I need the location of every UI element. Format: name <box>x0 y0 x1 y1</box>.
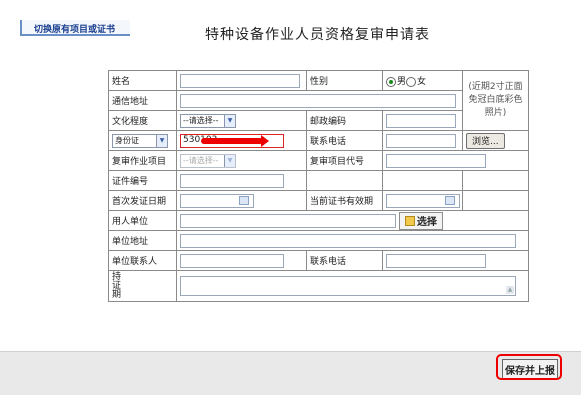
address-label: 通信地址 <box>108 90 177 111</box>
cert-valid-date-input[interactable] <box>386 193 460 208</box>
bottom-action-bar <box>0 351 581 395</box>
choose-employer-button[interactable]: 选择 <box>398 211 443 230</box>
chevron-down-icon: ▼ <box>156 134 167 147</box>
gender-female-radio[interactable] <box>406 76 417 87</box>
review-code-label: 复审项目代号 <box>306 150 383 171</box>
name-label: 姓名 <box>108 70 177 91</box>
unit-contact-label: 单位联系人 <box>108 250 177 271</box>
cert-no-input[interactable] <box>180 173 284 188</box>
first-issue-date-input[interactable] <box>180 193 254 208</box>
gender-female-label: 女 <box>417 77 427 87</box>
choose-icon <box>404 215 415 226</box>
review-item-select[interactable]: --请选择-- ▼ <box>180 153 236 168</box>
employer-input[interactable] <box>180 213 396 228</box>
first-issue-label: 首次发证日期 <box>108 190 177 211</box>
id-type-select[interactable]: 身份证 ▼ <box>112 133 168 148</box>
gender-label: 性别 <box>306 70 383 91</box>
application-form: 姓名 性别 男女 (近期2寸正面免冠白底彩色照片) 通信地址 文化程度 --请选… <box>108 70 529 302</box>
browse-button[interactable]: 浏览... <box>466 132 505 149</box>
calendar-icon[interactable] <box>239 196 249 205</box>
holding-textarea[interactable]: ▲ <box>180 276 516 296</box>
unit-phone-label: 联系电话 <box>306 250 383 271</box>
unit-address-input[interactable] <box>180 233 516 248</box>
unit-phone-input[interactable] <box>386 253 486 268</box>
page-title: 特种设备作业人员资格复审申请表 <box>205 27 430 43</box>
name-input[interactable] <box>180 73 300 88</box>
education-select[interactable]: --请选择-- ▼ <box>180 113 236 128</box>
switch-project-button[interactable]: 切换原有项目或证书 <box>20 20 130 36</box>
chevron-down-icon: ▼ <box>224 154 235 167</box>
calendar-icon[interactable] <box>445 196 455 205</box>
phone-label: 联系电话 <box>306 130 383 151</box>
employer-label: 用人单位 <box>108 210 177 231</box>
gender-male-label: 男 <box>397 77 407 87</box>
chevron-down-icon: ▼ <box>224 114 235 127</box>
cert-no-label: 证件编号 <box>108 170 177 191</box>
unit-address-label: 单位地址 <box>108 230 177 251</box>
redaction-mark <box>201 134 269 147</box>
zip-label: 邮政编码 <box>306 110 383 131</box>
holding-label: 持证期 <box>108 270 177 302</box>
gender-male-radio[interactable] <box>386 76 396 87</box>
scroll-up-icon[interactable]: ▲ <box>506 286 514 294</box>
unit-contact-input[interactable] <box>180 253 284 268</box>
phone-input[interactable] <box>386 133 456 148</box>
photo-hint: (近期2寸正面免冠白底彩色照片) <box>462 70 529 131</box>
education-label: 文化程度 <box>108 110 177 131</box>
id-number-input[interactable]: 530103 <box>180 133 284 148</box>
review-item-label: 复审作业项目 <box>108 150 177 171</box>
address-input[interactable] <box>180 93 456 108</box>
review-code-input[interactable] <box>386 153 486 168</box>
save-and-submit-button[interactable]: 保存并上报 <box>502 359 558 379</box>
zip-input[interactable] <box>386 113 456 128</box>
cert-valid-label: 当前证书有效期 <box>306 190 383 211</box>
